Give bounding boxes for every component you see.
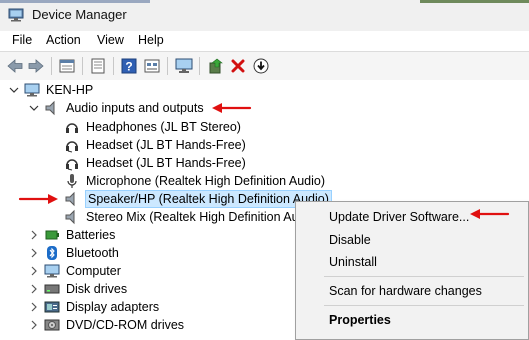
tree-category-bluetooth[interactable]: Bluetooth (44, 244, 119, 262)
audio-category-label: Audio inputs and outputs (66, 101, 204, 115)
help-icon[interactable]: ? (120, 57, 138, 75)
window-top-strip (0, 0, 150, 3)
tree-category-disk-drives[interactable]: Disk drives (44, 280, 127, 298)
menu-help[interactable]: Help (136, 33, 166, 47)
expand-chevron[interactable] (29, 230, 39, 240)
toolbar-separator (199, 57, 200, 75)
tree-category-computer[interactable]: Computer (44, 262, 121, 280)
tree-device-headphones[interactable]: Headphones (JL BT Stereo) (64, 118, 241, 136)
expand-chevron[interactable] (29, 302, 39, 312)
headset-icon (64, 155, 80, 171)
tree-device-headset-1[interactable]: Headset (JL BT Hands-Free) (64, 136, 246, 154)
menu-disable[interactable]: Disable (329, 233, 371, 247)
menu-view[interactable]: View (95, 33, 126, 47)
battery-icon (44, 227, 60, 243)
context-menu-separator (324, 305, 524, 306)
toolbar-separator (51, 57, 52, 75)
tree-root-computer[interactable]: KEN-HP (24, 81, 93, 99)
category-label: Bluetooth (66, 246, 119, 260)
menu-scan-hardware[interactable]: Scan for hardware changes (329, 284, 482, 298)
uninstall-icon[interactable] (229, 57, 247, 75)
disable-icon[interactable] (252, 57, 270, 75)
microphone-icon (64, 173, 80, 189)
tree-category-display-adapters[interactable]: Display adapters (44, 298, 159, 316)
expand-chevron[interactable] (29, 284, 39, 294)
speaker-icon (44, 100, 60, 116)
menu-file[interactable]: File (10, 33, 34, 47)
toolbar: ? (0, 51, 529, 81)
bluetooth-icon (44, 245, 60, 261)
title-bar: Device Manager (0, 0, 529, 32)
menu-action[interactable]: Action (44, 33, 83, 47)
disk-drive-icon (44, 281, 60, 297)
device-label: Headphones (JL BT Stereo) (86, 120, 241, 134)
annotation-arrow-update (470, 209, 510, 219)
category-label: Display adapters (66, 300, 160, 314)
menu-update-driver[interactable]: Update Driver Software... (329, 210, 469, 224)
tree-device-stereo-mix[interactable]: Stereo Mix (Realtek High Definition Audi (64, 208, 308, 226)
view-icon[interactable] (143, 57, 161, 75)
headset-icon (64, 137, 80, 153)
annotation-arrow-audio (212, 103, 252, 113)
properties-icon[interactable] (58, 57, 76, 75)
context-menu: Update Driver Software... Disable Uninst… (295, 201, 529, 340)
speaker-icon (64, 209, 80, 225)
monitor-icon[interactable] (175, 57, 193, 75)
tree-category-dvd-drives[interactable]: DVD/CD-ROM drives (44, 316, 184, 334)
device-label: Headset (JL BT Hands-Free) (86, 156, 246, 170)
tree-device-speaker-selected[interactable]: Speaker/HP (Realtek High Definition Audi… (64, 190, 332, 208)
device-label: Microphone (Realtek High Definition Audi… (86, 174, 326, 188)
tree-category-batteries[interactable]: Batteries (44, 226, 115, 244)
category-label: Disk drives (66, 282, 128, 296)
expand-chevron[interactable] (29, 320, 39, 330)
toolbar-separator (113, 57, 114, 75)
toolbar-separator (82, 57, 83, 75)
device-label: Headset (JL BT Hands-Free) (86, 138, 246, 152)
speaker-icon (64, 191, 80, 207)
computer-icon (24, 82, 40, 98)
root-collapse-chevron[interactable] (9, 85, 19, 95)
back-icon[interactable] (6, 57, 24, 75)
category-label: DVD/CD-ROM drives (66, 318, 185, 332)
dvd-drive-icon (44, 317, 60, 333)
display-adapter-icon (44, 299, 60, 315)
root-label: KEN-HP (46, 83, 94, 97)
update-icon[interactable] (89, 57, 107, 75)
tree-category-audio[interactable]: Audio inputs and outputs (44, 99, 204, 117)
headphones-icon (64, 119, 80, 135)
svg-text:?: ? (125, 60, 132, 74)
context-menu-separator (324, 276, 524, 277)
category-label: Computer (66, 264, 121, 278)
audio-collapse-chevron[interactable] (29, 103, 39, 113)
device-label: Stereo Mix (Realtek High Definition Audi (86, 210, 309, 224)
monitor-icon (44, 263, 60, 279)
toolbar-separator (167, 57, 168, 75)
category-label: Batteries (66, 228, 116, 242)
expand-chevron[interactable] (29, 266, 39, 276)
tree-device-microphone[interactable]: Microphone (Realtek High Definition Audi… (64, 172, 325, 190)
menu-bar: File Action View Help (0, 31, 529, 51)
menu-uninstall[interactable]: Uninstall (329, 255, 377, 269)
tree-device-headset-2[interactable]: Headset (JL BT Hands-Free) (64, 154, 246, 172)
window-top-strip-2 (420, 0, 529, 3)
device-manager-icon (8, 8, 24, 22)
window-title: Device Manager (32, 7, 127, 22)
menu-properties[interactable]: Properties (329, 313, 391, 327)
annotation-arrow-speaker (18, 194, 58, 204)
expand-chevron[interactable] (29, 248, 39, 258)
add-driver-icon[interactable] (207, 57, 225, 75)
forward-icon[interactable] (27, 57, 45, 75)
